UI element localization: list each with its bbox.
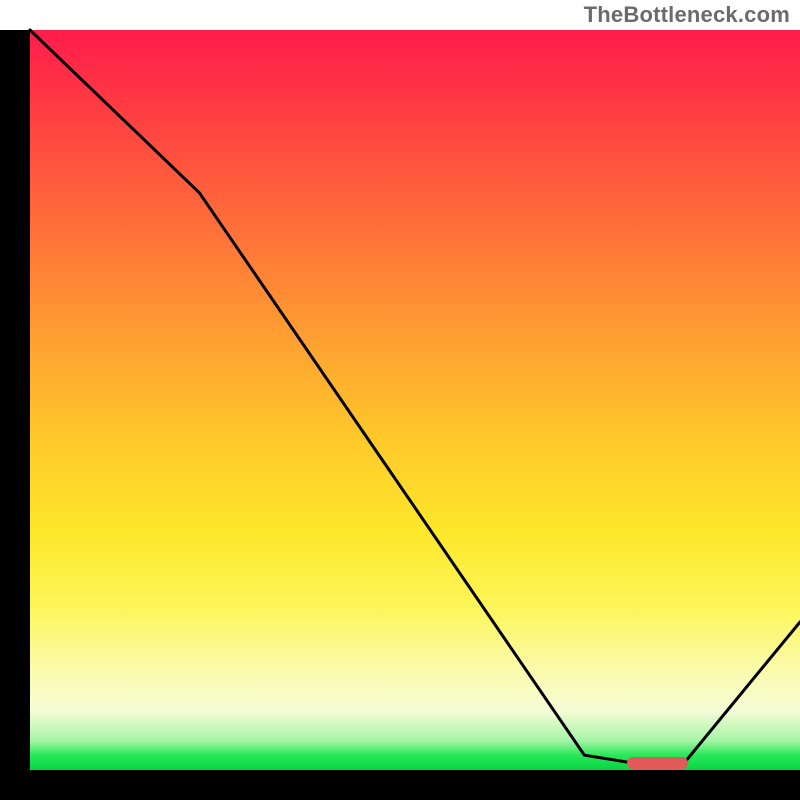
curve-path xyxy=(30,30,800,763)
y-axis xyxy=(0,30,30,770)
x-axis xyxy=(0,770,800,800)
plot-wrap xyxy=(30,30,800,770)
optimal-range-marker xyxy=(627,757,689,769)
bottleneck-curve xyxy=(30,30,800,770)
chart-container: TheBottleneck.com xyxy=(0,0,800,800)
watermark-text: TheBottleneck.com xyxy=(584,2,790,28)
